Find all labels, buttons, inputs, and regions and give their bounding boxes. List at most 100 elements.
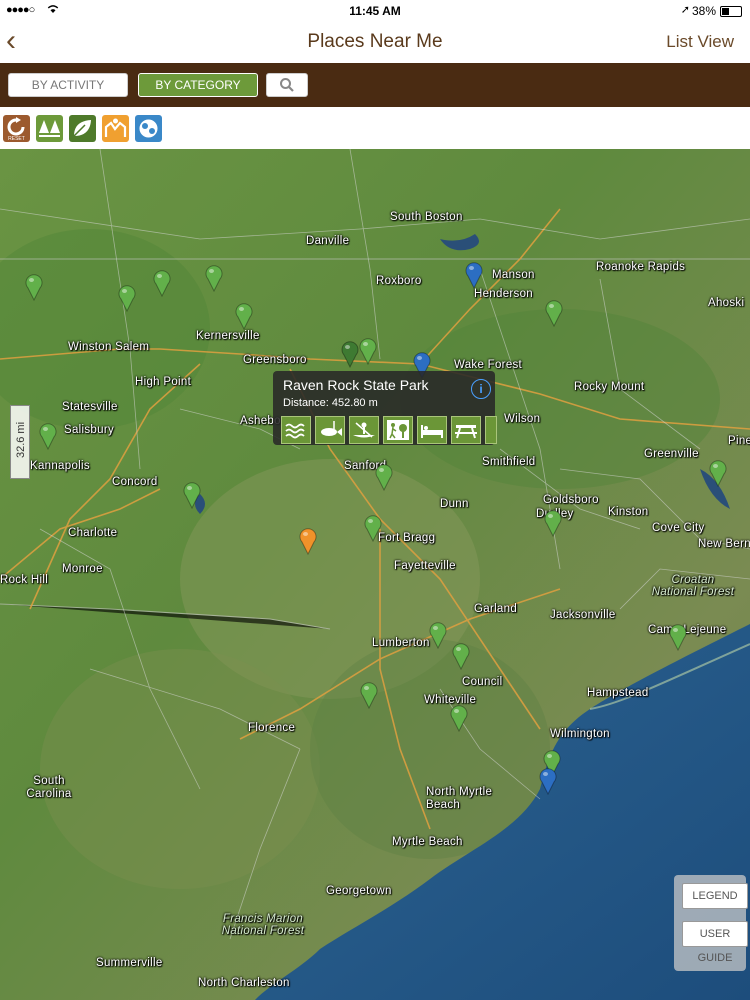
by-activity-button[interactable]: BY ACTIVITY xyxy=(8,73,128,97)
map-pin-icon[interactable] xyxy=(464,261,484,290)
city-label: Hampstead xyxy=(587,687,649,699)
lodging-icon xyxy=(417,416,447,444)
svg-text:RESET: RESET xyxy=(8,136,25,142)
picnic-icon xyxy=(451,416,481,444)
city-label: Kinston xyxy=(608,506,649,518)
city-label: Roanoke Rapids xyxy=(596,261,686,273)
satellite-map-background xyxy=(0,149,750,1000)
map-pin-icon[interactable] xyxy=(544,299,564,328)
map-pin-icon[interactable] xyxy=(708,459,728,488)
city-label: Ahoski xyxy=(708,297,745,309)
map-pin-icon[interactable] xyxy=(358,337,378,366)
map-pin-icon[interactable] xyxy=(24,273,44,302)
city-label: Croatan National Forest xyxy=(651,574,735,598)
status-bar: ●●●●○ 11:45 AM ➚ 38% xyxy=(0,0,750,22)
city-label: Rocky Mount xyxy=(574,381,645,393)
city-label: Council xyxy=(462,676,503,688)
hiking-icon xyxy=(383,416,413,444)
map-pin-icon[interactable] xyxy=(182,481,202,510)
globe-icon[interactable] xyxy=(135,115,162,142)
map-pin-icon[interactable] xyxy=(543,509,563,538)
city-label: High Point xyxy=(135,376,192,388)
city-label: Myrtle Beach xyxy=(392,836,463,848)
battery-percent: 38% xyxy=(691,4,716,18)
city-label: Wake Forest xyxy=(454,359,523,371)
search-button[interactable] xyxy=(266,73,308,97)
page-title: Places Near Me xyxy=(307,31,443,52)
map-pin-icon[interactable] xyxy=(152,269,172,298)
city-label: Garland xyxy=(474,603,518,615)
place-callout[interactable]: Raven Rock State Park Distance: 452.80 m… xyxy=(273,371,497,445)
city-label: Statesville xyxy=(62,401,118,413)
fishing-icon xyxy=(315,416,345,444)
city-label: Greensboro xyxy=(243,354,307,366)
city-label: Concord xyxy=(112,476,158,488)
map-pin-icon[interactable] xyxy=(234,302,254,331)
reset-icon[interactable]: RESET xyxy=(3,115,30,142)
map-view[interactable]: South Boston Danville Manson Roanoke Rap… xyxy=(0,149,750,1000)
filter-bar: BY ACTIVITY BY CATEGORY xyxy=(0,63,750,107)
city-label: Dunn xyxy=(440,498,469,510)
city-label: Smithfield xyxy=(482,456,536,468)
map-button-panel: LEGEND USER GUIDE xyxy=(674,875,748,971)
location-arrow-icon: ➚ xyxy=(680,4,690,16)
city-label: Fayetteville xyxy=(394,560,456,572)
water-icon xyxy=(281,416,311,444)
nav-bar: ‹ Places Near Me List View xyxy=(0,22,750,65)
city-label: New Bern xyxy=(698,538,750,550)
city-label: Kannapolis xyxy=(30,460,90,472)
category-filter-row: RESET xyxy=(0,107,750,149)
user-guide-button[interactable]: USER GUIDE xyxy=(682,921,748,964)
search-icon xyxy=(280,78,294,92)
state-label: South Carolina xyxy=(26,775,72,800)
city-label: Henderson xyxy=(474,288,533,300)
info-icon[interactable]: i xyxy=(471,379,491,399)
list-view-button[interactable]: List View xyxy=(666,32,734,52)
callout-distance: Distance: 452.80 m xyxy=(283,397,378,409)
legend-button[interactable]: LEGEND xyxy=(682,883,748,909)
city-label: Francis Marion National Forest xyxy=(221,913,305,937)
city-label: Lumberton xyxy=(372,637,430,649)
city-label: Cove City xyxy=(652,522,705,534)
map-pin-icon[interactable] xyxy=(668,623,688,652)
map-scale: 32.6 mi xyxy=(10,405,30,479)
map-pin-icon[interactable] xyxy=(359,681,379,710)
city-label: South Boston xyxy=(390,211,463,223)
map-pin-icon[interactable] xyxy=(38,422,58,451)
city-label: Roxboro xyxy=(376,275,422,287)
city-label: North Myrtle Beach xyxy=(426,786,493,811)
map-pin-icon[interactable] xyxy=(428,621,448,650)
city-label: Wilson xyxy=(504,413,541,425)
city-label: Fort Bragg xyxy=(378,532,436,544)
canoe-icon xyxy=(349,416,379,444)
map-pin-icon[interactable] xyxy=(451,642,471,671)
hands-icon[interactable] xyxy=(102,115,129,142)
map-pin-icon[interactable] xyxy=(298,527,318,556)
city-label: Greenville xyxy=(644,448,699,460)
city-label: North Charleston xyxy=(198,977,290,989)
map-pin-icon[interactable] xyxy=(117,284,137,313)
city-label: Charlotte xyxy=(68,527,118,539)
status-time: 11:45 AM xyxy=(349,4,401,18)
more-amenity-icon xyxy=(485,416,497,444)
scale-label: 32.6 mi xyxy=(15,421,27,459)
map-pin-icon[interactable] xyxy=(538,767,558,796)
map-pin-icon[interactable] xyxy=(374,463,394,492)
by-category-button[interactable]: BY CATEGORY xyxy=(138,73,258,97)
map-pin-icon[interactable] xyxy=(449,704,469,733)
city-label: Wilmington xyxy=(550,728,610,740)
city-label: Summerville xyxy=(96,957,163,969)
city-label: Rock Hill xyxy=(0,574,49,586)
city-label: Pine xyxy=(728,435,750,447)
callout-place-name[interactable]: Raven Rock State Park xyxy=(283,377,429,393)
map-pin-icon[interactable] xyxy=(204,264,224,293)
leaf-icon[interactable] xyxy=(69,115,96,142)
map-pin-icon[interactable] xyxy=(340,340,360,369)
city-label: Manson xyxy=(492,269,535,281)
city-label: Kernersville xyxy=(196,330,260,342)
city-label: Monroe xyxy=(62,563,103,575)
city-label: Jacksonville xyxy=(550,609,616,621)
map-pin-icon[interactable] xyxy=(363,514,383,543)
city-label: Winston Salem xyxy=(68,341,150,353)
trees-icon[interactable] xyxy=(36,115,63,142)
